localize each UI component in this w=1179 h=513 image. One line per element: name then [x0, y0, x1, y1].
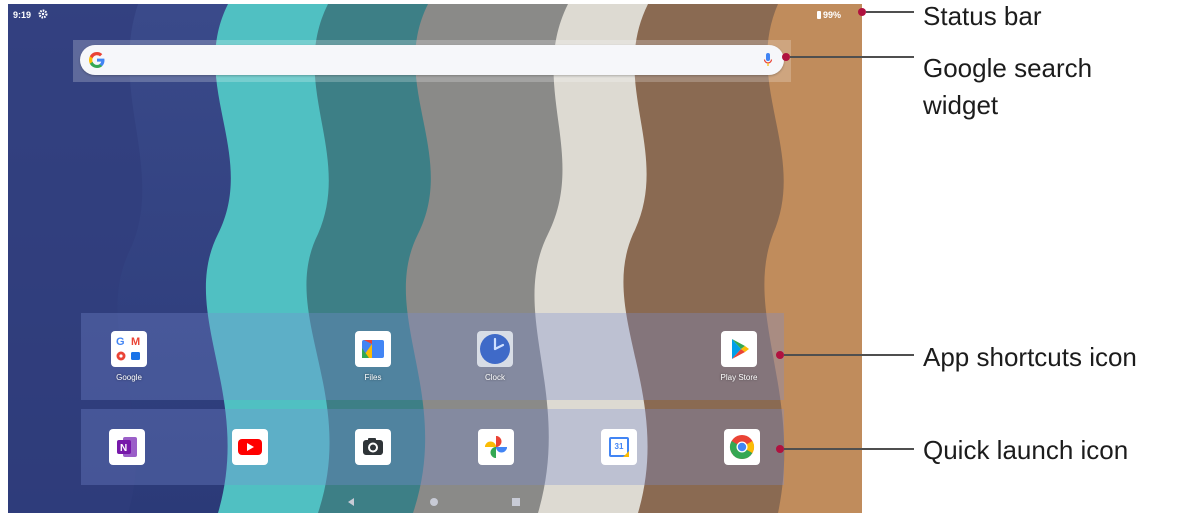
app-label-google: Google	[116, 373, 142, 382]
status-time: 9:19	[13, 10, 32, 20]
play-store-icon	[721, 331, 757, 367]
chrome-icon[interactable]	[724, 429, 760, 465]
microphone-icon[interactable]	[762, 52, 774, 68]
quick-launch-leader-line	[784, 448, 914, 450]
battery-icon	[816, 11, 821, 19]
svg-text:G: G	[116, 336, 125, 348]
annotation-search-widget-line2: widget	[923, 90, 999, 120]
home-icon[interactable]	[430, 498, 438, 506]
app-label-play-store: Play Store	[720, 373, 758, 382]
svg-text:N: N	[120, 443, 127, 454]
quick-launch-marker	[776, 445, 784, 453]
app-shortcuts-leader-line	[784, 354, 914, 356]
google-g-icon	[89, 52, 105, 68]
calendar-icon-tile[interactable]: 31	[601, 429, 637, 465]
youtube-icon[interactable]	[232, 429, 268, 465]
google-folder-icon: G M	[111, 331, 147, 367]
files-icon	[355, 331, 391, 367]
app-shortcuts-marker	[776, 351, 784, 359]
search-bar[interactable]	[80, 45, 784, 75]
annotation-app-shortcuts: App shortcuts icon	[923, 342, 1137, 372]
google-search-widget	[73, 40, 791, 82]
search-widget-leader-line	[790, 56, 914, 58]
calendar-day: 31	[614, 442, 624, 451]
annotation-status-bar: Status bar	[923, 1, 1042, 31]
settings-gear-icon	[38, 9, 48, 19]
annotation-search-widget-line1: Google search	[923, 53, 1093, 83]
battery-percent: 99%	[822, 10, 841, 20]
app-label-clock: Clock	[484, 373, 505, 382]
back-icon[interactable]	[348, 498, 354, 506]
navigation-bar	[348, 498, 520, 506]
app-play-store[interactable]: Play Store	[699, 331, 779, 382]
app-google-folder[interactable]: G M Google	[89, 331, 169, 382]
battery-status: 99%	[816, 10, 841, 20]
status-bar: 9:19 99%	[8, 4, 862, 26]
app-clock[interactable]: Clock	[455, 331, 535, 382]
tablet-screen: 9:19 99% G M Google Files Clock Play Sto…	[8, 4, 862, 513]
status-bar-leader-line	[866, 11, 914, 13]
status-bar-marker	[858, 8, 866, 16]
svg-text:M: M	[131, 336, 140, 348]
camera-icon[interactable]	[355, 429, 391, 465]
clock-icon	[477, 331, 513, 367]
app-files[interactable]: Files	[333, 331, 413, 382]
photos-icon[interactable]	[478, 429, 514, 465]
onenote-icon[interactable]: N	[109, 429, 145, 465]
app-label-files: Files	[364, 373, 382, 382]
quick-launch-dock: N 31	[81, 409, 784, 485]
annotation-quick-launch: Quick launch icon	[923, 435, 1129, 465]
app-shortcuts-dock: G M Google Files Clock Play Store	[81, 313, 784, 400]
recents-icon[interactable]	[512, 498, 520, 506]
search-widget-marker	[782, 53, 790, 61]
